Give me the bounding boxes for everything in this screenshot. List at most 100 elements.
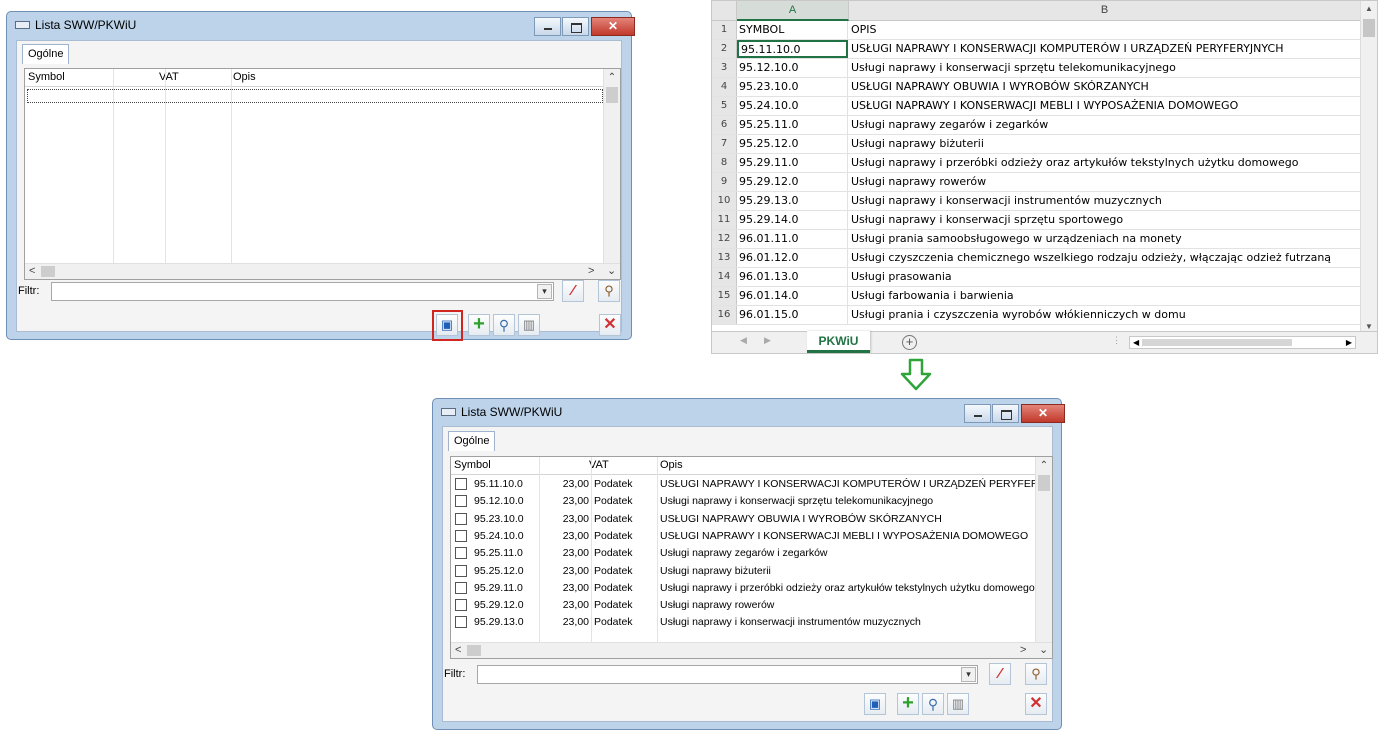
- list-item[interactable]: 95.29.11.0 23,00 Podatek Usługi naprawy i p…: [451, 580, 1036, 597]
- row-number[interactable]: 6: [712, 116, 737, 134]
- row-number[interactable]: 12: [712, 230, 737, 248]
- plus-icon[interactable]: +: [897, 693, 919, 715]
- scroll-up-icon[interactable]: ⌃: [1036, 457, 1052, 474]
- row-number[interactable]: 14: [712, 268, 737, 286]
- scroll-thumb[interactable]: [1363, 19, 1375, 37]
- add-sheet-icon[interactable]: +: [902, 335, 917, 350]
- scroll-thumb[interactable]: [41, 266, 55, 277]
- cell-symbol[interactable]: 95.25.12.0: [737, 135, 848, 153]
- sheet-row[interactable]: 10 95.29.13.0 Usługi naprawy i konserwacji…: [712, 192, 1361, 211]
- import-excel-icon[interactable]: ▣: [864, 693, 886, 715]
- cell-opis[interactable]: Usługi naprawy biżuterii: [849, 135, 1359, 153]
- row-number[interactable]: 8: [712, 154, 737, 172]
- vertical-scrollbar[interactable]: ⌃: [1035, 457, 1052, 642]
- symbol-grid[interactable]: Symbol VAT Opis 95.11.10.0 23,00 Podatek US…: [450, 456, 1053, 659]
- column-header-a[interactable]: A: [737, 1, 849, 21]
- cell-opis[interactable]: Usługi farbowania i barwienia: [849, 287, 1359, 305]
- trash-icon[interactable]: ▥: [947, 693, 969, 715]
- row-checkbox[interactable]: [455, 564, 467, 577]
- sheet-row[interactable]: 6 95.25.11.0 Usługi naprawy zegarów i zega…: [712, 116, 1361, 135]
- symbol-grid[interactable]: Symbol VAT Opis ⌃ < > ⌄: [24, 68, 621, 280]
- title-bar[interactable]: Lista SWW/PKWiU ✕: [7, 12, 635, 38]
- vertical-scrollbar[interactable]: ⌃: [603, 69, 620, 263]
- row-number[interactable]: 16: [712, 306, 737, 324]
- sheet-row[interactable]: 14 96.01.13.0 Usługi prasowania: [712, 268, 1361, 287]
- sheet-row[interactable]: 15 96.01.14.0 Usługi farbowania i barwieni…: [712, 287, 1361, 306]
- row-checkbox[interactable]: [455, 599, 467, 612]
- scroll-left-icon[interactable]: <: [455, 643, 461, 658]
- sheet-row[interactable]: 3 95.12.10.0 Usługi naprawy i konserwacji …: [712, 59, 1361, 78]
- cell-opis[interactable]: Usługi prasowania: [849, 268, 1359, 286]
- col-vat[interactable]: VAT: [159, 71, 179, 83]
- filter-combo[interactable]: ▾: [477, 665, 978, 684]
- eraser-icon[interactable]: ⁄: [989, 663, 1011, 685]
- select-all-corner[interactable]: [712, 1, 737, 21]
- row-number[interactable]: 2: [712, 40, 737, 58]
- sheet-row[interactable]: 7 95.25.12.0 Usługi naprawy biżuterii: [712, 135, 1361, 154]
- scroll-left-icon[interactable]: ◀: [1133, 337, 1139, 349]
- cell-opis[interactable]: Usługi czyszczenia chemicznego wszelkieg…: [849, 249, 1359, 267]
- chevron-down-icon[interactable]: ▾: [537, 284, 552, 299]
- magnifier-icon[interactable]: ⚲: [922, 693, 944, 715]
- list-item[interactable]: 95.29.13.0 23,00 Podatek Usługi naprawy i k…: [451, 614, 1036, 631]
- col-opis[interactable]: Opis: [233, 71, 256, 83]
- key-icon[interactable]: ⚲: [1025, 663, 1047, 685]
- cell-symbol[interactable]: 95.23.10.0: [737, 78, 848, 96]
- row-checkbox[interactable]: [455, 616, 467, 629]
- filter-combo[interactable]: ▾: [51, 282, 554, 301]
- eraser-icon[interactable]: ⁄: [562, 280, 584, 302]
- list-item[interactable]: 95.23.10.0 23,00 Podatek USŁUGI NAPRAWY OBU…: [451, 511, 1036, 528]
- col-opis[interactable]: Opis: [660, 459, 683, 471]
- row-checkbox[interactable]: [455, 581, 467, 594]
- tab-next-icon[interactable]: ▶: [764, 335, 771, 346]
- cell-symbol[interactable]: 95.25.11.0: [737, 116, 848, 134]
- sheet-horizontal-scrollbar[interactable]: ◀ ▶: [1129, 336, 1356, 349]
- chevron-down-icon[interactable]: ▾: [961, 667, 976, 682]
- cell-opis[interactable]: Usługi prania i czyszczenia wyrobów włók…: [849, 306, 1359, 324]
- tabbar-splitter-icon[interactable]: ⋮: [1112, 335, 1121, 346]
- sheet-row[interactable]: 12 96.01.11.0 Usługi prania samoobsługoweg…: [712, 230, 1361, 249]
- row-number[interactable]: 7: [712, 135, 737, 153]
- cell-symbol[interactable]: 96.01.15.0: [737, 306, 848, 324]
- cell-opis[interactable]: Usługi naprawy i konserwacji sprzętu spo…: [849, 211, 1359, 229]
- list-item[interactable]: 95.11.10.0 23,00 Podatek USŁUGI NAPRAWY I K…: [451, 476, 1036, 493]
- cell-opis[interactable]: USŁUGI NAPRAWY OBUWIA I WYROBÓW SKÓRZANY…: [849, 78, 1359, 96]
- sheet-vertical-scrollbar[interactable]: ▲ ▼: [1360, 1, 1377, 335]
- sheet-row[interactable]: 16 96.01.15.0 Usługi prania i czyszczenia …: [712, 306, 1361, 325]
- row-number[interactable]: 9: [712, 173, 737, 191]
- window-close-button[interactable]: ✕: [591, 17, 635, 36]
- sheet-row[interactable]: 2 95.11.10.0 USŁUGI NAPRAWY I KONSERWACJI …: [712, 40, 1361, 59]
- scroll-thumb[interactable]: [467, 645, 481, 656]
- cell-symbol[interactable]: 96.01.11.0: [737, 230, 848, 248]
- sheet-row[interactable]: 8 95.29.11.0 Usługi naprawy i przeróbki od…: [712, 154, 1361, 173]
- magnifier-icon[interactable]: ⚲: [493, 314, 515, 336]
- row-number[interactable]: 13: [712, 249, 737, 267]
- scroll-down-icon[interactable]: ⌄: [1039, 643, 1048, 658]
- cell-symbol[interactable]: SYMBOL: [737, 21, 848, 39]
- cell-symbol[interactable]: 95.29.12.0: [737, 173, 848, 191]
- empty-focus-row[interactable]: [27, 89, 603, 103]
- sheet-row[interactable]: 9 95.29.12.0 Usługi naprawy rowerów: [712, 173, 1361, 192]
- cell-symbol[interactable]: 95.11.10.0: [737, 40, 848, 58]
- tab-ogolne[interactable]: Ogólne: [22, 44, 70, 64]
- title-bar[interactable]: Lista SWW/PKWiU ✕: [433, 399, 1065, 425]
- sheet-row[interactable]: 4 95.23.10.0 USŁUGI NAPRAWY OBUWIA I WYROB…: [712, 78, 1361, 97]
- key-icon[interactable]: ⚲: [598, 280, 620, 302]
- scroll-right-icon[interactable]: >: [1020, 643, 1026, 658]
- maximize-button[interactable]: [562, 17, 589, 36]
- sheet-row[interactable]: 1 SYMBOL OPIS: [712, 21, 1361, 40]
- import-excel-icon[interactable]: ▣: [436, 314, 458, 336]
- scroll-up-icon[interactable]: ⌃: [604, 69, 620, 86]
- trash-icon[interactable]: ▥: [518, 314, 540, 336]
- row-number[interactable]: 15: [712, 287, 737, 305]
- tab-ogolne[interactable]: Ogólne: [448, 431, 496, 451]
- cell-opis[interactable]: Usługi naprawy i przeróbki odzieży oraz …: [849, 154, 1359, 172]
- scroll-right-icon[interactable]: >: [588, 264, 594, 279]
- cell-symbol[interactable]: 95.29.14.0: [737, 211, 848, 229]
- maximize-button[interactable]: [992, 404, 1019, 423]
- row-checkbox[interactable]: [455, 512, 467, 525]
- cell-opis[interactable]: Usługi naprawy i konserwacji sprzętu tel…: [849, 59, 1359, 77]
- cell-symbol[interactable]: 95.24.10.0: [737, 97, 848, 115]
- scroll-thumb[interactable]: [1142, 339, 1292, 346]
- cell-symbol[interactable]: 96.01.12.0: [737, 249, 848, 267]
